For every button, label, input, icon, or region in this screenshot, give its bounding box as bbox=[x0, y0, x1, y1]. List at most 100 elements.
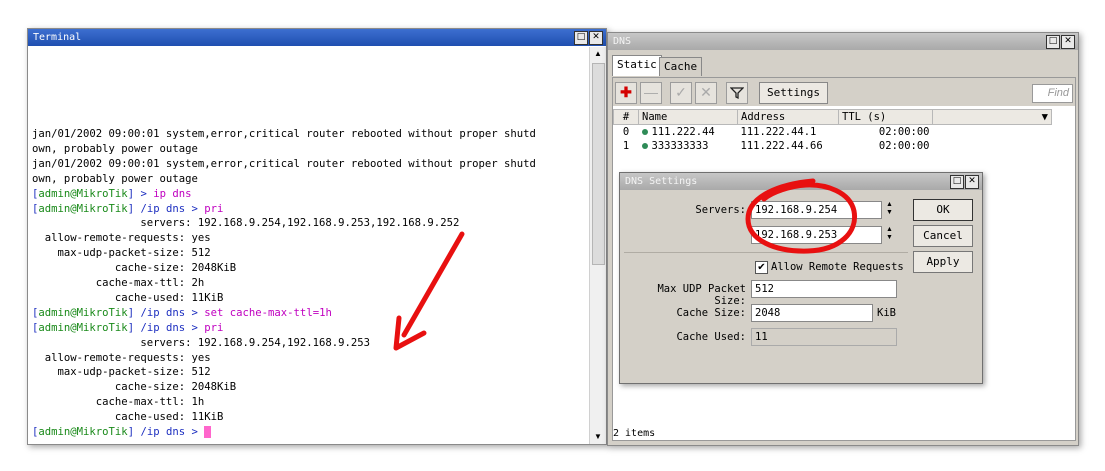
table-row[interactable]: 0 111.222.44 111.222.44.1 02:00:00 bbox=[614, 125, 1052, 140]
terminal-output-line: servers: 192.168.9.254,192.168.9.253,192… bbox=[32, 216, 536, 231]
cache-used-label: Cache Used: bbox=[676, 331, 746, 343]
add-icon[interactable]: ✚ bbox=[615, 82, 637, 104]
col-num[interactable]: # bbox=[613, 109, 639, 125]
tab-static[interactable]: Static bbox=[612, 55, 662, 76]
maximize-icon[interactable]: □ bbox=[1046, 35, 1060, 49]
terminal-window: Terminal □ ✕ jan/01/2002 09:00:01 system… bbox=[27, 28, 607, 445]
terminal-prompt-line: [admin@MikroTik] /ip dns > pri bbox=[32, 321, 536, 336]
terminal-lines: jan/01/2002 09:00:01 system,error,critic… bbox=[32, 127, 536, 440]
tab-cache[interactable]: Cache bbox=[659, 57, 703, 76]
close-icon[interactable]: ✕ bbox=[965, 175, 979, 189]
server-2-updown-icon[interactable]: ▲ ▼ bbox=[885, 226, 894, 242]
prompt-symbol: > bbox=[191, 426, 205, 439]
terminal-text: servers: 192.168.9.254,192.168.9.253 bbox=[32, 336, 371, 349]
table-row[interactable]: 1 333333333 111.222.44.66 02:00:00 bbox=[614, 139, 1052, 153]
col-address[interactable]: Address bbox=[737, 109, 839, 125]
maximize-icon[interactable]: □ bbox=[950, 175, 964, 189]
prompt-user: admin@MikroTik bbox=[38, 426, 128, 439]
filter-icon[interactable] bbox=[726, 82, 748, 104]
static-table: # Name Address TTL (s) ▼ 0 111.222.44 11… bbox=[613, 109, 1052, 153]
prompt-symbol: > bbox=[140, 187, 154, 200]
server-field-2[interactable]: 192.168.9.253 bbox=[751, 226, 882, 244]
prompt-command: pri bbox=[204, 202, 224, 215]
close-icon[interactable]: ✕ bbox=[1061, 35, 1075, 49]
terminal-prompt-line: [admin@MikroTik] /ip dns > set cache-max… bbox=[32, 306, 536, 321]
terminal-output-line: max-udp-packet-size: 512 bbox=[32, 246, 536, 261]
scroll-thumb[interactable] bbox=[592, 63, 605, 265]
terminal-text: cache-max-ttl: 2h bbox=[32, 277, 205, 290]
terminal-output-line: allow-remote-requests: yes bbox=[32, 351, 536, 366]
prompt-bracket: ] bbox=[127, 321, 141, 334]
column-chooser[interactable]: ▼ bbox=[932, 109, 1052, 125]
terminal-output-line: jan/01/2002 09:00:01 system,error,critic… bbox=[32, 127, 536, 142]
table-header: # Name Address TTL (s) ▼ bbox=[613, 109, 1052, 125]
settings-button[interactable]: Settings bbox=[759, 82, 828, 104]
max-udp-field[interactable]: 512 bbox=[751, 280, 897, 298]
cache-size-label: Cache Size: bbox=[676, 307, 746, 319]
cache-size-unit: KiB bbox=[877, 307, 896, 319]
separator bbox=[624, 252, 908, 253]
close-icon[interactable]: ✕ bbox=[589, 31, 603, 45]
max-udp-label: Max UDP Packet Size: bbox=[657, 283, 746, 307]
cancel-button[interactable]: Cancel bbox=[913, 225, 973, 247]
maximize-icon[interactable]: □ bbox=[574, 31, 588, 45]
row-name: 111.222.44 bbox=[639, 125, 738, 140]
prompt-user: admin@MikroTik bbox=[38, 202, 128, 215]
terminal-titlebar[interactable]: Terminal □ ✕ bbox=[28, 29, 606, 46]
terminal-text: jan/01/2002 09:00:01 system,error,critic… bbox=[32, 127, 536, 140]
allow-remote-label: Allow Remote Requests bbox=[771, 261, 904, 273]
status-dot-icon bbox=[641, 129, 648, 135]
enable-icon[interactable]: ✓ bbox=[670, 82, 692, 104]
col-name[interactable]: Name bbox=[638, 109, 738, 125]
cache-size-field[interactable]: 2048 bbox=[751, 304, 873, 322]
dns-titlebar[interactable]: DNS □ ✕ bbox=[608, 33, 1078, 50]
terminal-output-line: servers: 192.168.9.254,192.168.9.253 bbox=[32, 336, 536, 351]
terminal-scrollbar[interactable]: ▲ ▼ bbox=[589, 47, 606, 444]
prompt-command: set cache-max-ttl=1h bbox=[204, 306, 332, 319]
find-input[interactable]: Find bbox=[1032, 84, 1073, 103]
dns-settings-dialog: DNS Settings □ ✕ Servers: 192.168.9.254 … bbox=[619, 172, 983, 384]
terminal-output-line: own, probably power outage bbox=[32, 142, 536, 157]
row-ttl: 02:00:00 bbox=[878, 140, 930, 152]
prompt-path: /ip dns bbox=[140, 306, 186, 319]
row-address: 111.222.44.1 bbox=[740, 126, 817, 138]
terminal-output-line: cache-max-ttl: 1h bbox=[32, 395, 536, 410]
row-ttl: 02:00:00 bbox=[878, 126, 930, 138]
terminal-output-line: allow-remote-requests: yes bbox=[32, 231, 536, 246]
allow-remote-checkbox[interactable]: ✔ bbox=[755, 261, 768, 274]
dialog-titlebar[interactable]: DNS Settings □ ✕ bbox=[620, 173, 982, 190]
ok-button[interactable]: OK bbox=[913, 199, 973, 221]
terminal-output-line: cache-used: 11KiB bbox=[32, 410, 536, 425]
dialog-title: DNS Settings bbox=[625, 176, 698, 187]
apply-button[interactable]: Apply bbox=[913, 251, 973, 273]
prompt-user: admin@MikroTik bbox=[38, 187, 128, 200]
disable-icon[interactable]: ✕ bbox=[695, 82, 717, 104]
terminal-text: cache-used: 11KiB bbox=[32, 291, 224, 304]
terminal-output-line: own, probably power outage bbox=[32, 172, 536, 187]
row-num: 1 bbox=[622, 140, 630, 152]
prompt-symbol: > bbox=[191, 306, 205, 319]
terminal-text: cache-used: 11KiB bbox=[32, 411, 224, 424]
terminal-output[interactable]: jan/01/2002 09:00:01 system,error,critic… bbox=[28, 47, 588, 444]
item-count: 2 items bbox=[613, 428, 656, 439]
dns-title: DNS bbox=[613, 36, 632, 47]
scroll-up-icon[interactable]: ▲ bbox=[590, 47, 606, 61]
row-name-text: 111.222.44 bbox=[651, 126, 715, 138]
row-name: 333333333 bbox=[639, 139, 738, 153]
prompt-bracket: ] bbox=[127, 306, 141, 319]
terminal-title: Terminal bbox=[33, 32, 82, 43]
terminal-text: servers: 192.168.9.254,192.168.9.253,192… bbox=[32, 217, 460, 230]
remove-icon[interactable]: — bbox=[640, 82, 662, 104]
prompt-symbol: > bbox=[191, 321, 205, 334]
scroll-down-icon[interactable]: ▼ bbox=[590, 430, 606, 444]
terminal-prompt-line: [admin@MikroTik] > ip dns bbox=[32, 187, 536, 202]
col-ttl[interactable]: TTL (s) bbox=[838, 109, 933, 125]
prompt-user: admin@MikroTik bbox=[38, 321, 128, 334]
terminal-prompt-line: [admin@MikroTik] /ip dns > pri bbox=[32, 202, 536, 217]
server-field-1[interactable]: 192.168.9.254 bbox=[751, 201, 882, 219]
terminal-output-line: cache-max-ttl: 2h bbox=[32, 276, 536, 291]
server-1-updown-icon[interactable]: ▲ ▼ bbox=[885, 201, 894, 217]
prompt-bracket: ] bbox=[127, 202, 141, 215]
prompt-command: ip dns bbox=[153, 187, 192, 200]
prompt-symbol: > bbox=[191, 202, 205, 215]
